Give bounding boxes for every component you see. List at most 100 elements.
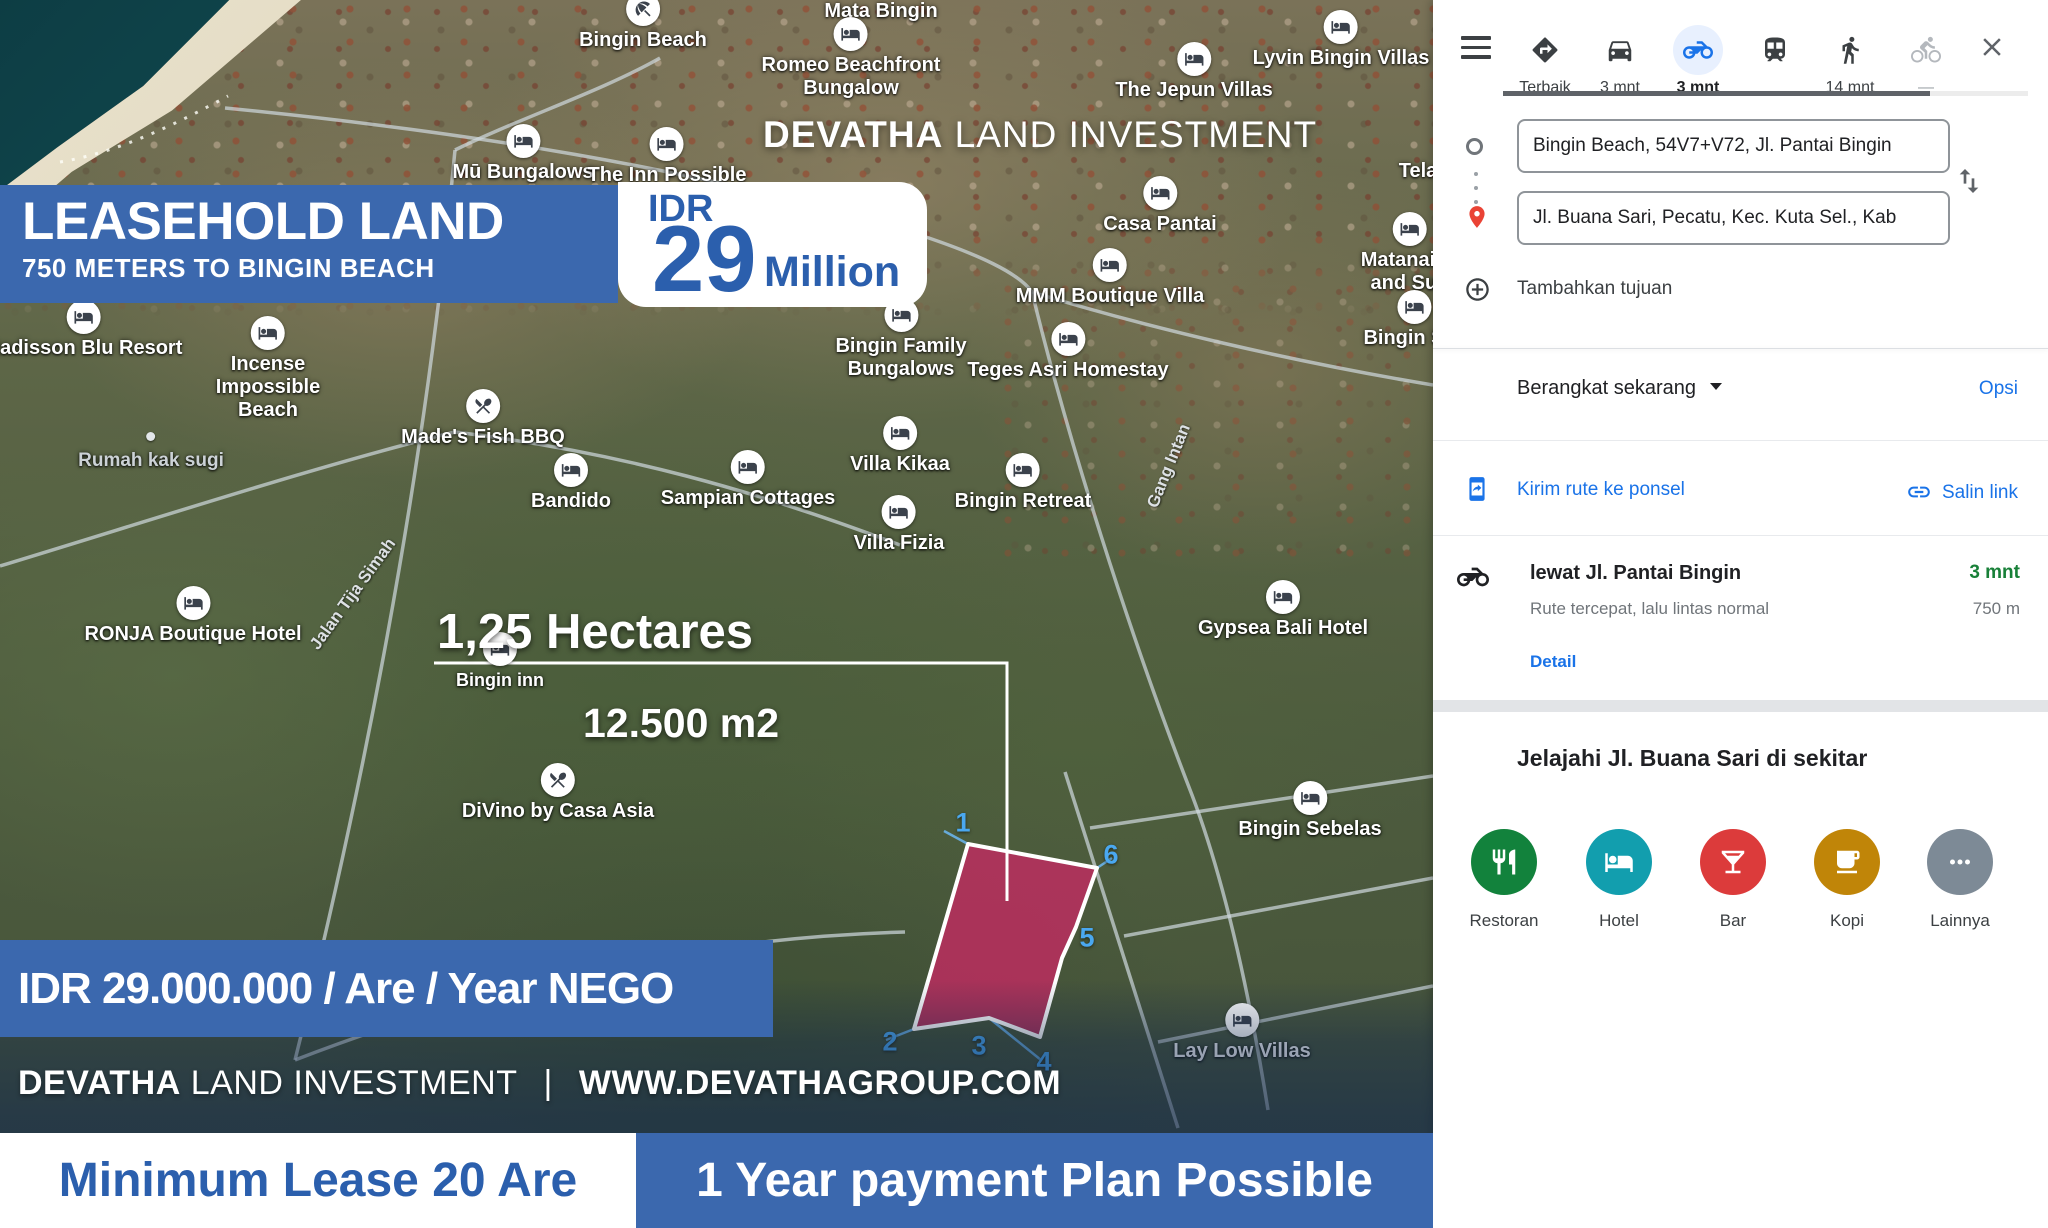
map-poi-label[interactable]: RONJA Boutique Hotel: [84, 586, 301, 646]
explore-heading: Jelajahi Jl. Buana Sari di sekitar: [1517, 745, 1867, 772]
cocktail-icon: [1718, 847, 1748, 877]
section-divider: [1433, 700, 2048, 712]
directions-icon: [1530, 35, 1560, 65]
map-poi-label[interactable]: Mū Bungalows: [452, 124, 593, 184]
map-poi-label[interactable]: Gypsea Bali Hotel: [1198, 580, 1368, 640]
map-poi-label[interactable]: The Inn Possible: [588, 127, 747, 187]
mode-walk[interactable]: 14 mnt: [1812, 26, 1888, 98]
mode-scrollbar[interactable]: [1503, 91, 2028, 96]
category-coffee[interactable]: Kopi: [1791, 829, 1903, 931]
map-poi-label[interactable]: Romeo BeachfrontBungalow: [762, 17, 941, 100]
lodging-poi-icon: [650, 127, 684, 161]
lodging-poi-icon: [67, 300, 101, 334]
origin-input[interactable]: [1517, 119, 1950, 173]
lodging-poi-icon: [1143, 176, 1177, 210]
menu-icon[interactable]: [1461, 36, 1491, 65]
map-poi-label[interactable]: Bandido: [531, 453, 611, 513]
map-poi-label[interactable]: Sampian Cottages: [661, 450, 835, 510]
headline-subtitle: 750 METERS TO BINGIN BEACH: [22, 253, 618, 284]
route-result-card[interactable]: lewat Jl. Pantai Bingin 3 mnt Rute terce…: [1433, 548, 2048, 688]
lodging-poi-icon: [1266, 580, 1300, 614]
mode-motorcycle-selected[interactable]: 3 mnt: [1660, 26, 1736, 98]
map-poi-label[interactable]: Lyvin Bingin Villas: [1253, 10, 1430, 70]
destination-input[interactable]: [1517, 191, 1950, 245]
divider: [1433, 535, 2048, 536]
small-poi-dot: [147, 432, 156, 441]
beach-trail: [60, 96, 228, 162]
add-destination-label: Tambahkan tujuan: [1517, 278, 1672, 300]
lodging-poi-icon: [1177, 42, 1211, 76]
map-poi-label[interactable]: Villa Fizia: [854, 495, 945, 555]
map-poi-label[interactable]: Villa Kikaa: [850, 416, 950, 476]
ellipsis-icon: [1945, 847, 1975, 877]
origin-field-wrap: [1517, 119, 1950, 173]
lodging-poi-icon: [882, 495, 916, 529]
lodging-poi-icon: [883, 416, 917, 450]
area-square-meters: 12.500 m2: [583, 700, 779, 747]
app-root: Mata BinginBingin BeachRomeo BeachfrontB…: [0, 0, 2048, 1228]
map-poi-label[interactable]: Rumah kak sugi: [78, 432, 224, 472]
swap-origin-destination-icon[interactable]: [1953, 165, 1985, 197]
mode-best[interactable]: Terbaik: [1507, 26, 1583, 98]
map-poi-label[interactable]: Bingin Sebelas: [1238, 781, 1381, 841]
bike-icon: [1911, 35, 1941, 65]
restaurant-poi-icon: [541, 763, 575, 797]
map-poi-label[interactable]: MMM Boutique Villa: [1016, 248, 1205, 308]
parcel-vertex-number: 5: [1079, 923, 1094, 954]
map-poi-label[interactable]: Radisson Blu Resort: [0, 300, 182, 360]
map-poi-label[interactable]: Matanai Viand Suit: [1361, 212, 1433, 295]
mode-car[interactable]: 3 mnt: [1582, 26, 1658, 98]
divider: [1433, 440, 2048, 441]
plus-circle-icon: [1464, 276, 1491, 303]
lodging-poi-icon: [1324, 10, 1358, 44]
map-poi-label[interactable]: Teges Asri Homestay: [967, 322, 1168, 382]
category-bar[interactable]: Bar: [1677, 829, 1789, 931]
waypoint-dot: [1474, 186, 1478, 190]
map-poi-label[interactable]: IncenseImpossibleBeach: [216, 316, 320, 422]
link-icon: [1906, 479, 1932, 505]
map-poi-label[interactable]: Bingin Beach: [579, 0, 707, 52]
send-route-to-phone-link[interactable]: Kirim rute ke ponsel: [1517, 479, 1685, 501]
chevron-down-icon: [1710, 383, 1722, 390]
add-destination-row[interactable]: Tambahkan tujuan: [1433, 264, 2048, 316]
copy-link[interactable]: Salin link: [1906, 479, 2018, 505]
category-restaurant[interactable]: Restoran: [1448, 829, 1560, 931]
mode-transit[interactable]: [1737, 26, 1813, 98]
mode-bike[interactable]: —: [1888, 26, 1964, 98]
category-hotel[interactable]: Hotel: [1563, 829, 1675, 931]
walk-icon: [1835, 35, 1865, 65]
transit-icon: [1760, 35, 1790, 65]
map-poi-label[interactable]: Tela: [1399, 160, 1433, 183]
map-poi-label[interactable]: Bingin Sur: [1363, 290, 1433, 350]
watermark-title: DEVATHA LAND INVESTMENT: [763, 114, 1317, 156]
parcel-vertex-number: 6: [1103, 840, 1118, 871]
badge-payment-plan: 1 Year payment Plan Possible: [636, 1133, 1433, 1228]
map-poi-label[interactable]: DiVino by Casa Asia: [462, 763, 654, 823]
origin-dot-icon: [1466, 138, 1483, 155]
departure-time-dropdown[interactable]: Berangkat sekarang: [1517, 377, 1722, 400]
price-per-are-banner: IDR 29.000.000 / Are / Year NEGO: [0, 940, 773, 1037]
headline-title: LEASEHOLD LAND: [22, 193, 618, 251]
share-row: Kirim rute ke ponsel Salin link: [1433, 462, 2048, 522]
close-icon[interactable]: [1977, 32, 2011, 66]
options-link[interactable]: Opsi: [1979, 378, 2018, 400]
badge-minimum-lease: Minimum Lease 20 Are: [0, 1133, 636, 1228]
map-poi-label[interactable]: Bingin Retreat: [955, 453, 1092, 513]
lodging-poi-icon: [1093, 248, 1127, 282]
beach-poi-icon: [626, 0, 660, 26]
motorcycle-icon: [1457, 561, 1489, 593]
lodging-poi-icon: [1051, 322, 1085, 356]
lodging-poi-icon: [1397, 290, 1431, 324]
map-poi-label[interactable]: The Jepun Villas: [1115, 42, 1272, 102]
map-poi-label[interactable]: Bingin FamilyBungalows: [835, 298, 966, 381]
waypoint-dot: [1474, 172, 1478, 176]
map-poi-label[interactable]: Casa Pantai: [1103, 176, 1216, 236]
restaurant-poi-icon: [466, 389, 500, 423]
map-poi-label[interactable]: Made's Fish BBQ: [401, 389, 565, 449]
parcel-vertex-number: 1: [955, 808, 970, 839]
satellite-map[interactable]: Mata BinginBingin BeachRomeo BeachfrontB…: [0, 0, 1433, 1228]
route-duration: 3 mnt: [1969, 562, 2020, 584]
send-to-phone-icon: [1464, 476, 1490, 502]
route-detail-link[interactable]: Detail: [1530, 652, 1576, 672]
category-more[interactable]: Lainnya: [1904, 829, 2016, 931]
